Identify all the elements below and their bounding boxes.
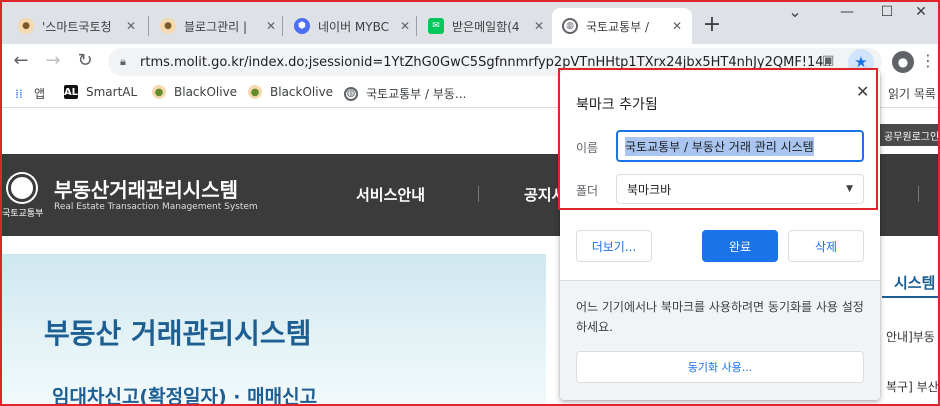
- tab-blog-admin[interactable]: ● 블로그관리 | ✕: [150, 8, 286, 44]
- folder-label: 폴더: [576, 184, 599, 198]
- hero-subtitle: 임대차신고(확정일자) · 매매신고: [52, 386, 318, 404]
- chevron-down-icon: ▼: [846, 184, 853, 194]
- hero-title: 부동산 거래관리시스템: [44, 317, 312, 350]
- bookmark-name-value: 국토교통부 / 부동산 거래 관리 시스템: [625, 136, 814, 156]
- reading-list[interactable]: 읽기 목록: [888, 85, 936, 102]
- apps-grid-icon: ⁞⁞: [15, 86, 23, 101]
- folder-value: 북마크바: [627, 182, 672, 197]
- smartal-icon: AL: [63, 85, 79, 99]
- mybox-favicon-icon: ⬢: [294, 18, 310, 34]
- blog-favicon-icon: ●: [160, 18, 176, 34]
- maximize-button[interactable]: ☐: [872, 4, 902, 20]
- bookmark-name-input[interactable]: 국토교통부 / 부동산 거래 관리 시스템: [616, 130, 864, 162]
- dialog-title: 북마크 추가됨: [576, 97, 658, 113]
- globe-icon: ◍: [562, 18, 578, 34]
- more-button[interactable]: 더보기...: [576, 230, 652, 262]
- blackolive-icon: ●: [152, 85, 166, 99]
- molit-logo-icon[interactable]: [8, 174, 36, 202]
- done-button[interactable]: 완료: [702, 230, 778, 262]
- tab-search-chevron-icon[interactable]: ⌄: [780, 2, 810, 21]
- bookmark-label: 앱: [34, 87, 46, 101]
- hero-banner: 부동산 거래관리시스템 임대차신고(확정일자) · 매매신고: [2, 254, 546, 404]
- notice-panel-title: 시스템: [894, 274, 936, 292]
- bookmark-label: BlackOlive: [270, 85, 334, 99]
- folder-select[interactable]: 북마크바 ▼: [616, 174, 864, 204]
- nav-service-info[interactable]: 서비스안내: [356, 184, 425, 205]
- close-tab-icon[interactable]: ✕: [534, 19, 544, 33]
- tab-molit[interactable]: ◍ 국토교통부 / ✕: [552, 8, 692, 44]
- close-window-button[interactable]: ✕: [906, 4, 936, 20]
- bookmark-blackolive-1[interactable]: ● BlackOlive: [152, 85, 237, 99]
- notice-item[interactable]: 복구] 부산: [886, 378, 938, 395]
- bookmark-added-dialog: 북마크 추가됨 ✕ 이름 국토교통부 / 부동산 거래 관리 시스템 폴더 북마…: [560, 70, 880, 400]
- tab-label: 네이버 MYBC: [318, 19, 390, 34]
- blog-favicon-icon: ●: [18, 18, 34, 34]
- mail-favicon-icon: ✉: [428, 18, 444, 34]
- sync-promo-text: 어느 기기에서나 북마크를 사용하려면 동기화를 사용 설정하세요.: [576, 300, 864, 334]
- bookmark-label: 국토교통부 / 부동...: [366, 87, 467, 101]
- extension-icon[interactable]: ▣: [822, 53, 834, 68]
- nav-divider: [478, 186, 479, 202]
- bookmark-apps[interactable]: ⁞⁞ 앱: [12, 85, 45, 102]
- notice-item[interactable]: 안내]부동: [886, 328, 935, 345]
- tab-divider: [148, 16, 149, 36]
- globe-icon: ◍: [344, 86, 358, 101]
- bookmark-blackolive-2[interactable]: ● BlackOlive: [248, 85, 333, 99]
- tab-divider: [282, 16, 283, 36]
- close-tab-icon[interactable]: ✕: [266, 19, 276, 33]
- new-tab-button[interactable]: +: [700, 12, 724, 37]
- close-tab-icon[interactable]: ✕: [672, 19, 682, 33]
- chrome-menu-icon[interactable]: ⋮: [920, 51, 936, 70]
- back-arrow-icon[interactable]: ←: [10, 50, 32, 71]
- blackolive-icon: ●: [248, 85, 262, 99]
- tab-label: 국토교통부 /: [586, 19, 650, 34]
- close-tab-icon[interactable]: ✕: [400, 19, 410, 33]
- official-login-button[interactable]: 공무원로그인: [880, 124, 938, 146]
- bookmark-label: SmartAL: [86, 85, 138, 99]
- url-text[interactable]: rtms.molit.go.kr/index.do;jsessionid=1Yt…: [140, 55, 830, 70]
- enable-sync-button[interactable]: 동기화 사용...: [576, 351, 864, 383]
- forward-arrow-icon[interactable]: →: [42, 50, 64, 71]
- tab-label: 블로그관리 |: [184, 19, 248, 34]
- nav-divider: [918, 186, 919, 202]
- name-label: 이름: [576, 141, 599, 155]
- tab-naver-mybox[interactable]: ⬢ 네이버 MYBC ✕: [284, 8, 420, 44]
- logo-caption: 국토교통부: [2, 209, 44, 219]
- site-title[interactable]: 부동산거래관리시스템: [54, 174, 238, 203]
- tab-smart-land[interactable]: ● '스마트국토청 ✕: [8, 8, 146, 44]
- bookmark-label: BlackOlive: [174, 85, 238, 99]
- reload-icon[interactable]: ↻: [74, 50, 96, 71]
- reading-list-label: 읽기 목록: [888, 87, 936, 101]
- minimize-button[interactable]: —: [832, 4, 862, 20]
- tab-label: 받은메일함(4: [452, 19, 520, 34]
- notice-underline: [882, 296, 938, 298]
- tab-divider: [416, 16, 417, 36]
- close-tab-icon[interactable]: ✕: [126, 19, 136, 33]
- tab-strip: ● '스마트국토청 ✕ ● 블로그관리 | ✕ ⬢ 네이버 MYBC ✕ ✉ 받…: [0, 0, 940, 44]
- tab-mail-inbox[interactable]: ✉ 받은메일함(4 ✕: [418, 8, 554, 44]
- remove-button[interactable]: 삭제: [788, 230, 864, 262]
- notice-panel: 시스템 안내]부동 복구] 부산: [882, 254, 938, 404]
- sync-promo: 어느 기기에서나 북마크를 사용하려면 동기화를 사용 설정하세요. 동기화 사…: [560, 280, 880, 400]
- site-subtitle: Real Estate Transaction Management Syste…: [54, 202, 258, 212]
- bookmark-molit[interactable]: ◍ 국토교통부 / 부동...: [344, 85, 466, 102]
- tab-label: '스마트국토청: [42, 19, 112, 34]
- lock-icon: 🔒︎: [120, 55, 126, 68]
- profile-avatar-icon[interactable]: ●: [892, 51, 914, 73]
- close-icon[interactable]: ✕: [856, 82, 869, 101]
- bookmark-smartal[interactable]: AL SmartAL: [64, 85, 137, 99]
